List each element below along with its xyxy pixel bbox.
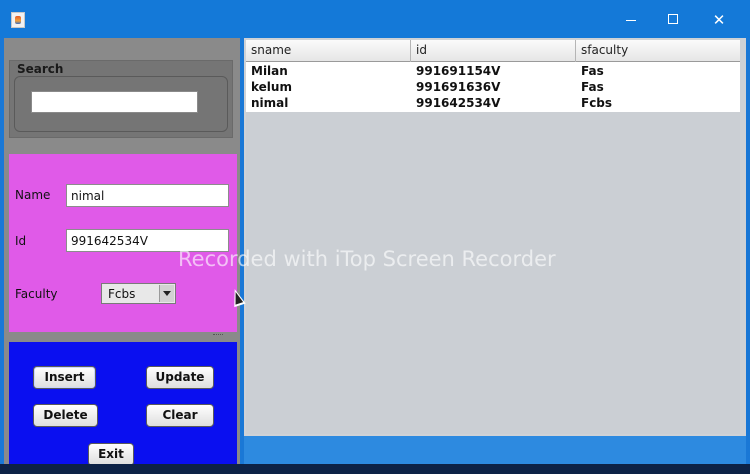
table-cell-sfaculty: Fas <box>581 64 604 78</box>
table-row[interactable]: nimal 991642534V Fcbs <box>246 95 740 111</box>
table-cell-sname: nimal <box>251 96 289 110</box>
maximize-button[interactable] <box>662 10 684 30</box>
table-row[interactable]: Milan 991691154V Fas <box>246 63 740 79</box>
table-empty-area <box>246 112 740 434</box>
table-cell-sname: kelum <box>251 80 292 94</box>
id-label: Id <box>15 234 27 248</box>
close-button[interactable]: ✕ <box>708 10 730 30</box>
column-header-id[interactable]: id <box>411 40 576 62</box>
faculty-label: Faculty <box>15 287 58 301</box>
table-row[interactable]: kelum 991691636V Fas <box>246 79 740 95</box>
update-button[interactable]: Update <box>146 366 214 389</box>
desktop-background <box>0 464 750 474</box>
minimize-icon <box>626 20 636 21</box>
clear-button[interactable]: Clear <box>146 404 214 427</box>
table-cell-sfaculty: Fas <box>581 80 604 94</box>
table-body: Milan 991691154V Fas kelum 991691636V Fa… <box>246 62 740 112</box>
exit-button[interactable]: Exit <box>88 443 134 466</box>
title-bar: ✕ <box>0 0 750 38</box>
table-cell-id: 991642534V <box>416 96 501 110</box>
java-app-icon <box>11 12 25 28</box>
table-cell-id: 991691154V <box>416 64 501 78</box>
name-field[interactable] <box>66 184 229 207</box>
chevron-down-icon[interactable] <box>159 285 174 302</box>
minimize-button[interactable] <box>620 10 642 30</box>
table-cell-id: 991691636V <box>416 80 501 94</box>
maximize-icon <box>668 14 678 24</box>
column-header-sfaculty[interactable]: sfaculty <box>576 40 740 62</box>
search-input[interactable] <box>31 91 198 113</box>
close-icon: ✕ <box>712 11 726 29</box>
table-cell-sfaculty: Fcbs <box>581 96 613 110</box>
resize-handle[interactable] <box>213 334 223 338</box>
insert-button[interactable]: Insert <box>33 366 96 389</box>
name-label: Name <box>15 188 51 202</box>
faculty-select[interactable]: Fcbs <box>101 283 176 304</box>
screen-recorder-watermark: Recorded with iTop Screen Recorder <box>178 247 556 271</box>
application-window: ✕ Search Name Id Faculty Fcbs Insert Upd… <box>0 0 750 474</box>
table-cell-sname: Milan <box>251 64 288 78</box>
delete-button[interactable]: Delete <box>33 404 98 427</box>
window-bottom-strip <box>244 436 746 464</box>
faculty-selected-value: Fcbs <box>108 287 136 301</box>
table-header: sname id sfaculty <box>246 40 740 62</box>
search-title: Search <box>17 62 64 76</box>
column-header-sname[interactable]: sname <box>246 40 411 62</box>
